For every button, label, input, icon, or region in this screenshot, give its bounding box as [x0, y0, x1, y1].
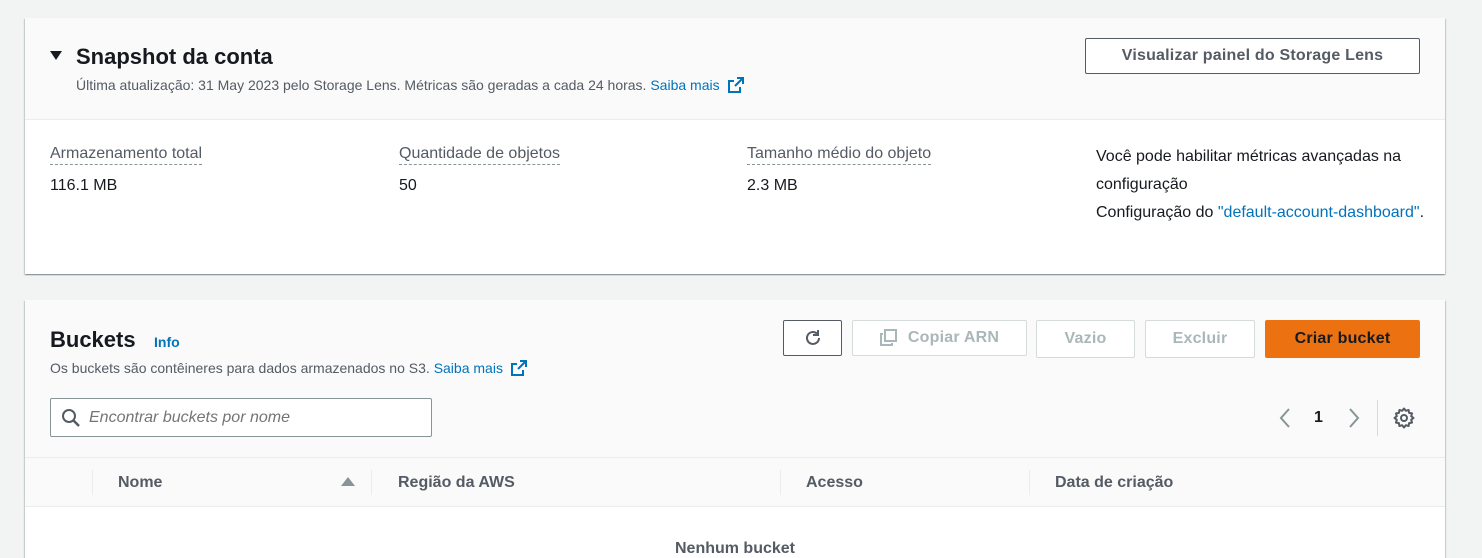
buckets-info-link[interactable]: Info: [154, 334, 180, 350]
buckets-title: Buckets: [50, 327, 136, 352]
snapshot-learn-more-link[interactable]: Saiba mais: [650, 77, 744, 93]
external-link-icon: [727, 77, 744, 93]
view-storage-lens-dashboard-button[interactable]: Visualizar painel do Storage Lens: [1085, 38, 1420, 74]
buckets-panel: Buckets Info Os buckets são contêineres …: [25, 300, 1445, 558]
snapshot-title: Snapshot da conta: [76, 44, 273, 69]
create-bucket-button[interactable]: Criar bucket: [1265, 320, 1420, 358]
buckets-description: Os buckets são contêineres para dados ar…: [50, 360, 527, 376]
snapshot-subtitle: Última atualização: 31 May 2023 pelo Sto…: [76, 77, 744, 93]
search-icon: [62, 409, 80, 427]
metric-label[interactable]: Armazenamento total: [50, 145, 203, 165]
pagination-divider: [1377, 400, 1378, 436]
column-header-access[interactable]: Acesso: [806, 474, 863, 492]
column-header-name[interactable]: Nome: [118, 474, 162, 492]
column-header-creation-date[interactable]: Data de criação: [1055, 474, 1173, 492]
column-header-region[interactable]: Região da AWS: [398, 474, 515, 492]
copy-arn-button[interactable]: Copiar ARN: [852, 320, 1027, 356]
default-account-dashboard-link[interactable]: "default-account-dashboard": [1218, 204, 1420, 221]
previous-page-icon[interactable]: [1278, 407, 1292, 429]
metric-total-storage: Armazenamento total 116.1 MB: [50, 145, 203, 195]
column-divider: [371, 470, 372, 495]
delete-bucket-button[interactable]: Excluir: [1145, 320, 1255, 358]
column-header-label: Acesso: [806, 474, 863, 491]
snapshot-learn-more-label: Saiba mais: [650, 77, 720, 93]
empty-state-message: Nenhum bucket: [674, 540, 795, 557]
bucket-search-box[interactable]: [50, 398, 432, 437]
refresh-icon: [805, 330, 820, 345]
metric-value: 2.3 MB: [747, 177, 798, 194]
column-header-label: Data de criação: [1055, 474, 1174, 491]
metric-object-count: Quantidade de objetos 50: [399, 145, 561, 195]
refresh-button[interactable]: [783, 320, 842, 356]
metric-average-object-size: Tamanho médio do objeto 2.3 MB: [747, 145, 932, 195]
copy-icon: [879, 329, 897, 346]
buckets-learn-more-label: Saiba mais: [433, 360, 503, 376]
column-divider: [780, 470, 781, 495]
buckets-description-text: Os buckets são contêineres para dados ar…: [50, 360, 430, 376]
buckets-table-header: Nome Região da AWS Acesso Data de criaçã…: [25, 458, 1445, 507]
snapshot-header: Snapshot da conta Última atualização: 31…: [25, 18, 1445, 120]
advanced-config-suffix: .: [1419, 204, 1425, 221]
metric-label[interactable]: Tamanho médio do objeto: [747, 145, 932, 165]
column-header-label: Região da AWS: [398, 474, 515, 491]
advanced-metrics-note: Você pode habilitar métricas avançadas n…: [1096, 143, 1426, 227]
advanced-config-prefix: Configuração do: [1096, 204, 1218, 221]
account-snapshot-panel: Snapshot da conta Última atualização: 31…: [25, 18, 1445, 274]
collapse-caret-icon[interactable]: [50, 51, 62, 60]
external-link-icon: [510, 360, 527, 376]
buckets-header: Buckets Info Os buckets são contêineres …: [25, 300, 1445, 458]
metric-label[interactable]: Quantidade de objetos: [399, 145, 561, 165]
sort-ascending-icon[interactable]: [341, 477, 355, 486]
snapshot-subtitle-text: Última atualização: 31 May 2023 pelo Sto…: [76, 77, 647, 93]
metric-value: 116.1 MB: [50, 177, 118, 194]
search-input[interactable]: [89, 405, 419, 431]
next-page-icon[interactable]: [1347, 407, 1361, 429]
column-header-label: Nome: [118, 474, 163, 491]
advanced-metrics-text: Você pode habilitar métricas avançadas n…: [1096, 148, 1402, 193]
empty-bucket-button[interactable]: Vazio: [1036, 320, 1135, 358]
copy-arn-label: Copiar ARN: [907, 329, 1000, 346]
metric-value: 50: [399, 177, 417, 194]
current-page-number[interactable]: 1: [1314, 409, 1323, 427]
buckets-learn-more-link[interactable]: Saiba mais: [434, 360, 527, 376]
settings-gear-icon[interactable]: [1393, 407, 1415, 429]
column-divider: [92, 470, 93, 495]
column-divider: [1029, 470, 1030, 495]
